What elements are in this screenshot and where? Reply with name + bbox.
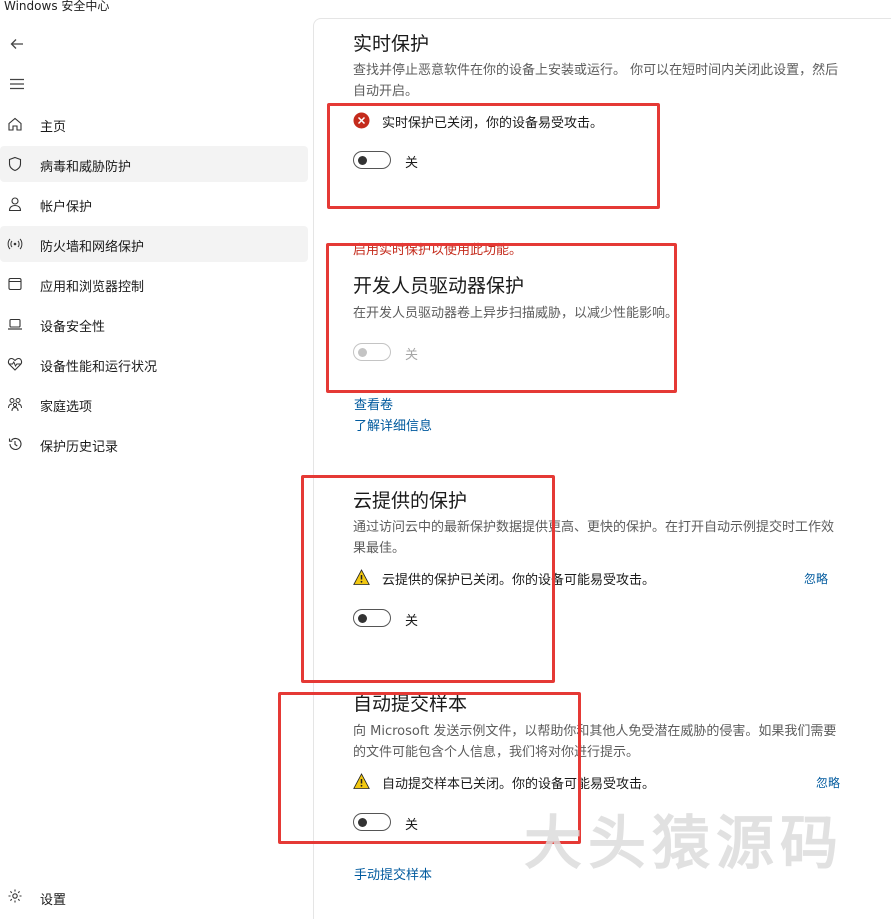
learn-more-link[interactable]: 了解详细信息	[354, 415, 432, 434]
realtime-error-text: 启用实时保护以使用此功能。	[353, 243, 523, 258]
cloud-toggle-label: 关	[405, 614, 419, 629]
realtime-status-text: 实时保护已关闭，你的设备易受攻击。	[382, 116, 604, 131]
cloud-title: 云提供的保护	[353, 490, 468, 512]
hamburger-icon	[10, 78, 24, 90]
sample-status-text: 自动提交样本已关闭。你的设备可能易受攻击。	[382, 777, 656, 792]
sidebar-item-label: 设置	[40, 893, 67, 908]
cloud-toggle[interactable]	[353, 609, 391, 627]
view-volumes-link[interactable]: 查看卷	[354, 394, 393, 413]
back-button[interactable]	[8, 35, 26, 53]
realtime-toggle-label: 关	[405, 156, 419, 171]
sidebar-item-app-browser[interactable]: 应用和浏览器控制	[0, 266, 308, 302]
sidebar-item-label: 主页	[40, 120, 67, 135]
sidebar-item-label: 防火墙和网络保护	[40, 240, 145, 255]
sidebar-item-label: 帐户保护	[40, 200, 93, 215]
cloud-description: 通过访问云中的最新保护数据提供更高、更快的保护。在打开自动示例提交时工作效果最佳…	[353, 520, 835, 556]
menu-button[interactable]	[8, 75, 26, 93]
cloud-status-text: 云提供的保护已关闭。你的设备可能易受攻击。	[382, 573, 656, 588]
sidebar-item-label: 应用和浏览器控制	[40, 280, 145, 295]
devdrive-description: 在开发人员驱动器卷上异步扫描威胁，以减少性能影响。	[353, 306, 679, 321]
sample-toggle[interactable]	[353, 813, 391, 831]
devdrive-toggle[interactable]	[353, 343, 391, 361]
back-arrow-icon	[10, 39, 23, 49]
manual-submit-link[interactable]: 手动提交样本	[354, 864, 432, 883]
realtime-toggle[interactable]	[353, 151, 391, 169]
sidebar-item-family[interactable]: 家庭选项	[0, 386, 308, 422]
antenna-icon	[7, 238, 23, 250]
sidebar-item-label: 设备安全性	[40, 320, 106, 335]
sample-description: 向 Microsoft 发送示例文件，以帮助你和其他人免受潜在威胁的侵害。如果我…	[353, 724, 837, 760]
person-icon	[8, 197, 22, 212]
toggle-knob	[358, 614, 367, 623]
realtime-title: 实时保护	[353, 33, 430, 55]
laptop-icon	[8, 318, 22, 330]
realtime-description: 查找并停止恶意软件在你的设备上安装或运行。 你可以在短时间内关闭此设置，然后自动…	[353, 63, 839, 99]
sidebar-item-protection-history[interactable]: 保护历史记录	[0, 426, 308, 462]
sidebar-item-firewall[interactable]: 防火墙和网络保护	[0, 226, 308, 262]
heart-pulse-icon	[7, 357, 23, 371]
error-icon	[353, 112, 370, 129]
sidebar-item-label: 家庭选项	[40, 400, 93, 415]
sidebar-item-label: 病毒和威胁防护	[40, 160, 132, 175]
sidebar-item-account-protection[interactable]: 帐户保护	[0, 186, 308, 222]
watermark-text: 大头猿源码	[524, 809, 845, 877]
sidebar-item-home[interactable]: 主页	[0, 106, 308, 142]
sample-ignore-link[interactable]: 忽略	[816, 774, 840, 791]
realtime-status: 实时保护已关闭，你的设备易受攻击。	[353, 111, 853, 131]
window-title: Windows 安全中心	[4, 0, 110, 13]
sidebar-item-virus-protection[interactable]: 病毒和威胁防护	[0, 146, 308, 182]
sample-title: 自动提交样本	[353, 693, 468, 715]
devdrive-title: 开发人员驱动器保护	[353, 275, 525, 297]
toggle-knob	[358, 156, 367, 165]
warning-icon	[353, 569, 370, 585]
sample-status: 自动提交样本已关闭。你的设备可能易受攻击。	[353, 772, 853, 792]
sidebar-item-settings[interactable]: 设置	[0, 884, 200, 908]
devdrive-toggle-label: 关	[405, 348, 419, 363]
cloud-ignore-link[interactable]: 忽略	[804, 570, 828, 587]
cloud-status: 云提供的保护已关闭。你的设备可能易受攻击。	[353, 568, 853, 588]
history-icon	[8, 437, 22, 450]
sidebar-item-device-security[interactable]: 设备安全性	[0, 306, 308, 342]
shield-icon	[8, 156, 22, 172]
sidebar-item-label: 保护历史记录	[40, 440, 119, 455]
window-icon	[8, 277, 22, 291]
warning-icon	[353, 773, 370, 789]
family-icon	[8, 398, 22, 412]
toggle-knob	[358, 818, 367, 827]
home-icon	[8, 117, 22, 131]
gear-icon	[8, 889, 22, 903]
sidebar-item-label: 设备性能和运行状况	[40, 360, 158, 375]
toggle-knob	[358, 348, 367, 357]
sample-toggle-label: 关	[405, 818, 419, 833]
sidebar-item-device-health[interactable]: 设备性能和运行状况	[0, 346, 308, 382]
